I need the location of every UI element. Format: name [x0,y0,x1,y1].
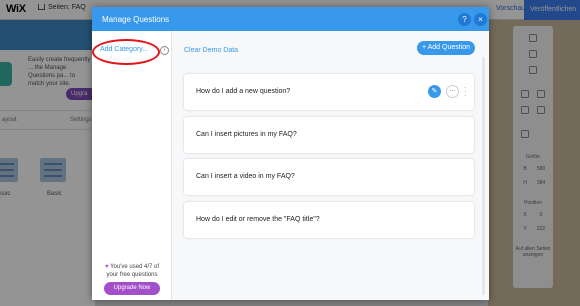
question-card[interactable]: How do I add a new question? ✎ ... · · · [184,74,474,110]
usage-label: You've used 4/7 of your free questions [106,264,160,278]
info-icon[interactable]: i [160,46,169,55]
more-actions-button[interactable]: ... [446,85,459,98]
manage-questions-dialog: Manage Questions ? × Add Category... i ♥… [92,7,489,300]
drag-handle-icon[interactable]: · · · [464,84,467,100]
heart-icon: ♥ [104,264,109,270]
question-text: Can I insert pictures in my FAQ? [196,131,297,138]
clear-demo-data-link[interactable]: Clear Demo Data [184,47,238,54]
annotation-circle [92,39,160,65]
add-question-button[interactable]: + Add Question [417,41,475,55]
edit-button[interactable]: ✎ [428,85,441,98]
upgrade-now-button[interactable]: Upgrade Now [104,282,160,295]
close-button[interactable]: × [474,13,487,26]
usage-notice: ♥ You've used 4/7 of your free questions [92,263,172,279]
question-text: How do I add a new question? [196,88,291,95]
dialog-title: Manage Questions [102,15,170,24]
usage-text: ♥ You've used 4/7 of your free questions [92,263,172,279]
question-card[interactable]: Can I insert pictures in my FAQ? [184,117,474,153]
question-card[interactable]: How do I edit or remove the "FAQ title"? [184,202,474,238]
question-card[interactable]: Can I insert a video in my FAQ? [184,159,474,195]
dialog-header: Manage Questions ? × [92,7,489,31]
category-sidebar: Add Category... i ♥ You've used 4/7 of y… [92,31,172,300]
question-text: How do I edit or remove the "FAQ title"? [196,216,320,223]
scrollbar[interactable] [482,57,485,295]
question-text: Can I insert a video in my FAQ? [196,173,295,180]
help-button[interactable]: ? [458,13,471,26]
